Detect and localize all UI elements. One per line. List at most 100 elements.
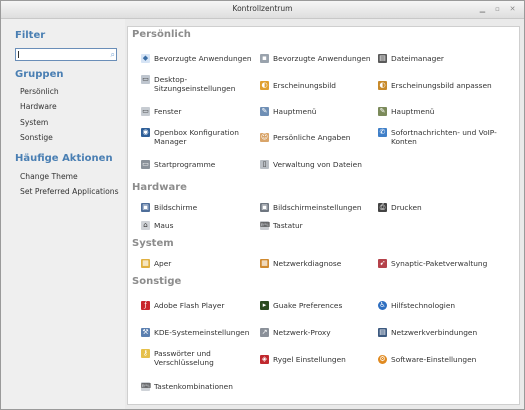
groups-heading: Gruppen <box>15 69 64 80</box>
applet-item[interactable]: ☺ Persönliche Angaben <box>260 133 350 142</box>
close-button[interactable]: ✕ <box>507 4 518 14</box>
applet-item[interactable]: ▪ Bevorzugte Anwendungen <box>260 54 371 63</box>
applet-label: Hauptmenü <box>391 107 435 116</box>
applet-label: Software-Einstellungen <box>391 355 477 364</box>
applet-item[interactable]: ✎ Hauptmenü <box>378 107 434 116</box>
applet-item[interactable]: ▸ Guake Preferences <box>260 301 342 310</box>
appearance-icon: ◐ <box>260 81 269 90</box>
sidebar: Filter ⌕ Gruppen Persönlich Hardware Sys… <box>1 19 125 409</box>
applet-label: Erscheinungsbild anpassen <box>391 81 492 90</box>
applet-item[interactable]: ⚙ Software-Einstellungen <box>378 355 476 364</box>
group-link-personal[interactable]: Persönlich <box>20 87 59 96</box>
title-bar[interactable]: Kontrollzentrum ▁ ▫ ✕ <box>1 1 524 19</box>
rygel-icon: ◈ <box>260 355 269 364</box>
applet-label: Netzwerkverbindungen <box>391 328 478 337</box>
applet-item[interactable]: ƒ Adobe Flash Player <box>141 301 224 310</box>
applet-label: KDE-Systemeinstellungen <box>154 328 250 337</box>
applet-item[interactable]: ▤ Netzwerkverbindungen <box>378 328 477 337</box>
applet-item[interactable]: ➹ Synaptic-Paketverwaltung <box>378 259 487 268</box>
network-diagnosis-icon: ▦ <box>260 259 269 268</box>
applet-item[interactable]: ✎ Hauptmenü <box>260 107 316 116</box>
applet-item[interactable]: ✆ Sofortnachrichten- und VoIP-Konten <box>378 128 508 146</box>
applet-item[interactable]: ▦ Aper <box>141 259 171 268</box>
applet-label: Openbox Konfiguration Manager <box>154 128 239 146</box>
network-connections-icon: ▤ <box>378 328 387 337</box>
printer-icon: ⎙ <box>378 203 387 212</box>
applet-label: Desktop-Sitzungseinstellungen <box>154 75 236 93</box>
filter-heading: Filter <box>15 30 46 41</box>
search-icon[interactable]: ⌕ <box>111 49 115 60</box>
applet-label: Dateimanager <box>391 54 444 63</box>
applet-item[interactable]: ◐ Erscheinungsbild <box>260 81 336 90</box>
file-manager-icon: ▤ <box>378 54 387 63</box>
window-icon: ▭ <box>141 107 150 116</box>
applet-item[interactable]: ⌨ Tastatur <box>260 221 303 230</box>
group-link-other[interactable]: Sonstige <box>20 133 53 142</box>
applet-label: Fenster <box>154 107 182 116</box>
actions-heading: Häufige Aktionen <box>15 153 113 164</box>
applet-item[interactable]: ▣ Bildschirmeinstellungen <box>260 203 362 212</box>
group-link-system[interactable]: System <box>20 118 48 127</box>
filter-input[interactable]: ⌕ <box>15 48 117 61</box>
applet-label: Netzwerk-Proxy <box>273 328 331 337</box>
applet-item[interactable]: ▣ Bildschirme <box>141 203 197 212</box>
applet-label: Passwörter und Verschlüsselung <box>154 349 214 367</box>
applet-label: Adobe Flash Player <box>154 301 225 310</box>
applet-item[interactable]: ▭ Startprogramme <box>141 160 215 169</box>
flash-player-icon: ƒ <box>141 301 150 310</box>
category-hardware-heading: Hardware <box>132 182 187 193</box>
applet-item[interactable]: ⚷ Passwörter und Verschlüsselung <box>141 349 251 367</box>
aper-icon: ▦ <box>141 259 150 268</box>
software-settings-icon: ⚙ <box>378 355 387 364</box>
action-set-preferred-applications[interactable]: Set Preferred Applications <box>20 187 119 196</box>
applet-item[interactable]: ◐ Erscheinungsbild anpassen <box>378 81 492 90</box>
mouse-icon: ⌂ <box>141 221 150 230</box>
applet-item[interactable]: ⌨ Tastenkombinationen <box>141 382 233 391</box>
kde-settings-icon: ⚒ <box>141 328 150 337</box>
action-change-theme[interactable]: Change Theme <box>20 172 78 181</box>
applet-item[interactable]: ↗ Netzwerk-Proxy <box>260 328 331 337</box>
applet-item[interactable]: ◈ Rygel Einstellungen <box>260 355 346 364</box>
display-settings-icon: ▣ <box>260 203 269 212</box>
displays-icon: ▣ <box>141 203 150 212</box>
applet-label: Synaptic-Paketverwaltung <box>391 259 488 268</box>
applet-label: Sofortnachrichten- und VoIP-Konten <box>391 128 497 146</box>
applet-label: Bildschirmeinstellungen <box>273 203 362 212</box>
maximize-button[interactable]: ▫ <box>492 4 503 14</box>
applet-label: Drucken <box>391 203 422 212</box>
applet-item[interactable]: ▭ Fenster <box>141 107 181 116</box>
group-link-hardware[interactable]: Hardware <box>20 102 57 111</box>
applet-label: Bevorzugte Anwendungen <box>154 54 252 63</box>
category-other-heading: Sonstige <box>132 276 182 287</box>
startup-programs-icon: ▭ <box>141 160 150 169</box>
keys-icon: ⚷ <box>141 349 150 358</box>
applet-item[interactable]: ▯ Verwaltung von Dateien <box>260 160 362 169</box>
applet-item[interactable]: ◉ Openbox Konfiguration Manager <box>141 128 251 146</box>
applet-label: Aper <box>154 259 172 268</box>
applet-item[interactable]: ◆ Bevorzugte Anwendungen <box>141 54 252 63</box>
category-system-heading: System <box>132 238 174 249</box>
applet-item[interactable]: ▤ Dateimanager <box>378 54 444 63</box>
applet-label: Maus <box>154 221 174 230</box>
applet-label: Bildschirme <box>154 203 198 212</box>
preferred-apps-icon: ◆ <box>141 54 150 63</box>
minimize-button[interactable]: ▁ <box>477 4 488 14</box>
keyboard-shortcuts-icon: ⌨ <box>141 382 152 391</box>
control-center-window: Kontrollzentrum ▁ ▫ ✕ Filter ⌕ Gruppen P… <box>0 0 525 410</box>
applet-item[interactable]: ▭ Desktop-Sitzungseinstellungen <box>141 75 251 93</box>
guake-icon: ▸ <box>260 301 269 310</box>
main-menu-icon: ✎ <box>260 107 269 116</box>
applet-item[interactable]: ⎙ Drucken <box>378 203 422 212</box>
applet-item[interactable]: ⌂ Maus <box>141 221 173 230</box>
keyboard-icon: ⌨ <box>260 221 271 230</box>
applet-panel: Persönlich ◆ Bevorzugte Anwendungen ▪ Be… <box>127 26 520 405</box>
applet-label: Erscheinungsbild <box>273 81 336 90</box>
session-icon: ▭ <box>141 75 150 84</box>
applet-item[interactable]: ▦ Netzwerkdiagnose <box>260 259 341 268</box>
openbox-icon: ◉ <box>141 128 150 137</box>
applet-item[interactable]: ⚒ KDE-Systemeinstellungen <box>141 328 249 337</box>
applet-item[interactable]: ♿ Hilfstechnologien <box>378 301 455 310</box>
customize-appearance-icon: ◐ <box>378 81 387 90</box>
applet-label: Rygel Einstellungen <box>273 355 346 364</box>
preferred-apps-icon: ▪ <box>260 54 269 63</box>
